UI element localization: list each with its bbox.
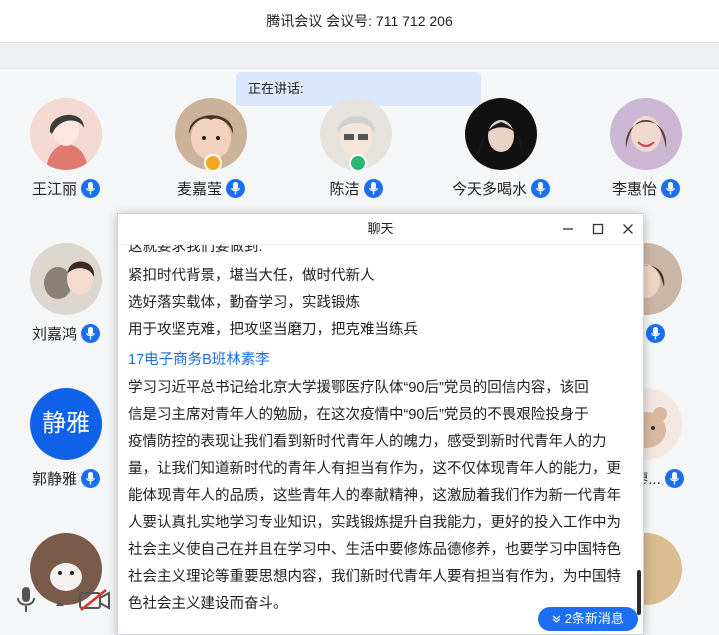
chat-sender-name[interactable]: 17电子商务B班林素李 (128, 348, 270, 369)
microphone-icon[interactable] (81, 179, 100, 198)
chat-message-line: 社会主义理论等重要思想内容，我们新时代青年人要有担当有作为，为中国特 (128, 569, 621, 585)
chat-message-line: 信是习主席对青年人的勉励，在这次疫情中“90后”党员的不畏艰险投身于 (128, 407, 589, 423)
microphone-icon[interactable] (661, 179, 680, 198)
microphone-icon[interactable] (531, 179, 550, 198)
chat-message-line: 量，让我们知道新时代的青年人有担当有作为，这不仅体现青年人的能力，更 (128, 461, 621, 477)
participant-avatar (610, 98, 682, 170)
microphone-icon[interactable] (81, 324, 100, 343)
chat-window[interactable]: 聊天 这就要求我们要做到: 紧扣时代背景，堪当大任，做时代新人 选好落实载体，勤… (117, 213, 644, 635)
window-title-bar: 腾讯会议 会议号: 711 712 206 (0, 0, 719, 43)
chat-message-line: 疫情防控的表现让我们看到新时代青年人的魄力，感受到新时代青年人的力 (128, 434, 607, 450)
participant-tile[interactable]: 麦嘉莹 (151, 98, 271, 199)
chat-message-line: 选好落实载体，勤奋学习，实践锻炼 (128, 295, 360, 311)
chat-message-list[interactable]: 这就要求我们要做到: 紧扣时代背景，堪当大任，做时代新人 选好落实载体，勤奋学习… (118, 245, 643, 634)
new-messages-label: 2条新消息 (564, 611, 624, 626)
participant-avatar (320, 98, 392, 172)
camera-off-icon[interactable] (78, 588, 112, 617)
participant-tile[interactable]: 王江丽 (6, 98, 126, 199)
participant-avatar (175, 98, 247, 172)
chat-message-line: 这就要求我们要做到: (128, 245, 263, 255)
microphone-icon[interactable] (81, 469, 100, 488)
chat-message-line: 用于攻坚克难，把攻坚当磨刀，把克难当练兵 (128, 322, 418, 338)
chevron-down-icon (552, 611, 565, 626)
host-badge-icon (204, 154, 222, 172)
chat-message-line: 能体现青年人的品质，这些青年人的奉献精神，这激励着我们作为新一代青年 (128, 488, 621, 504)
avatar-initials: 静雅 (42, 410, 90, 437)
chat-message-line: 人要认真扎实地学习专业知识，实践锻炼提升自我能力，更好的投入工作中为 (128, 515, 621, 531)
participant-name: 王江丽 (31, 181, 77, 198)
minimize-icon[interactable] (553, 214, 583, 244)
chat-title-bar[interactable]: 聊天 (118, 214, 643, 245)
chat-scrollbar[interactable] (637, 570, 641, 615)
participant-name: 陈洁 (329, 181, 360, 198)
participant-name: 今天多喝水 (451, 181, 527, 198)
participant-avatar (465, 98, 537, 170)
participant-name: 刘嘉鸿 (31, 326, 77, 343)
participant-name: 麦嘉莹 (176, 181, 222, 198)
participant-tile[interactable]: 陈洁 (296, 98, 416, 199)
new-messages-button[interactable]: 2条新消息 (538, 607, 638, 631)
chevron-up-icon[interactable] (55, 594, 65, 612)
window-title: 腾讯会议 会议号: 711 712 206 (266, 13, 453, 29)
participant-avatar: 静雅 (30, 388, 102, 460)
microphone-icon[interactable] (363, 179, 383, 198)
chat-message-line: 学习习近平总书记给北京大学援鄂医疗队体“90后”党员的回信内容，该回 (128, 380, 589, 396)
maximize-icon[interactable] (583, 214, 613, 244)
close-icon[interactable] (613, 214, 643, 244)
microphone-icon[interactable] (664, 469, 684, 488)
participant-tile[interactable]: 静雅 郭静雅 (6, 388, 126, 489)
microphone-toggle-icon[interactable] (16, 586, 36, 619)
participant-tile[interactable]: 李惠怡 (586, 98, 706, 199)
chat-message-line: 紧扣时代背景，堪当大任，做时代新人 (128, 268, 375, 284)
microphone-icon[interactable] (226, 179, 245, 198)
chat-title: 聊天 (367, 221, 394, 236)
participant-tile[interactable]: 刘嘉鸿 (6, 243, 126, 344)
cohost-badge-icon (349, 154, 367, 172)
participant-name: 李惠怡 (611, 181, 657, 198)
chat-message-line: 社会主义使自己在并且在学习中、生活中要修炼品德修养，也要学习中国特色 (128, 542, 621, 558)
microphone-icon[interactable] (646, 324, 665, 343)
speaking-label: 正在讲话: (248, 81, 304, 96)
meeting-toolbar-strip (0, 43, 719, 69)
participant-avatar (30, 243, 102, 315)
chat-message-line: 色社会主义建设而奋斗。 (128, 596, 288, 612)
participant-tile[interactable]: 今天多喝水 (441, 98, 561, 199)
participant-name: 郭静雅 (31, 471, 77, 488)
meeting-bottom-toolbar (0, 580, 117, 621)
participant-avatar (30, 98, 102, 170)
